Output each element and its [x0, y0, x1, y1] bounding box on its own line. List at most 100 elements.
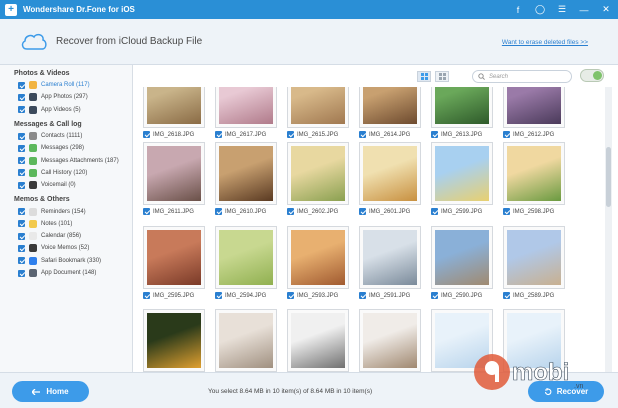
view-toolbar: Search [134, 65, 618, 87]
photo-thumbnail[interactable] [143, 142, 205, 205]
sidebar-item[interactable]: Safari Bookmark (330) [0, 255, 132, 267]
sidebar-item-checkbox[interactable] [18, 81, 25, 89]
sidebar-item[interactable]: Voicemail (0) [0, 179, 132, 191]
sidebar-item-checkbox[interactable] [18, 269, 25, 277]
svg-text:mobi: mobi [512, 359, 569, 386]
photo-checkbox[interactable] [503, 208, 510, 215]
photo-checkbox[interactable] [503, 131, 510, 138]
search-placeholder: Search [489, 73, 509, 80]
show-deleted-toggle[interactable] [580, 69, 604, 82]
sidebar-item-checkbox[interactable] [18, 232, 25, 240]
sidebar-item[interactable]: Reminders (154) [0, 205, 132, 217]
photo-checkbox[interactable] [215, 208, 222, 215]
photo-checkbox[interactable] [359, 292, 366, 299]
photo-checkbox[interactable] [431, 208, 438, 215]
sidebar-item-checkbox[interactable] [18, 169, 25, 177]
photo-image [147, 146, 201, 201]
sidebar-item[interactable]: App Document (148) [0, 267, 132, 279]
sidebar-item[interactable]: Calendar (856) [0, 230, 132, 242]
photo-thumbnail[interactable] [503, 87, 565, 128]
photo-filename: IMG_2615.JPG [297, 131, 339, 138]
photo-checkbox[interactable] [143, 208, 150, 215]
photo-thumbnail[interactable] [287, 226, 349, 289]
photo-checkbox[interactable] [143, 131, 150, 138]
grid-scrollbar[interactable] [605, 87, 612, 372]
photo-checkbox[interactable] [287, 131, 294, 138]
photo-thumbnail[interactable] [359, 309, 421, 372]
close-icon[interactable]: ✕ [600, 4, 612, 15]
photo-filename: IMG_2589.JPG [513, 292, 555, 299]
photo-caption: IMG_2614.JPG [359, 131, 410, 138]
sidebar-item[interactable]: Notes (101) [0, 218, 132, 230]
photo-checkbox[interactable] [431, 131, 438, 138]
photo-thumbnail[interactable] [431, 87, 493, 128]
selection-status: You select 8.64 MB in 10 item(s) of 8.64… [208, 388, 373, 395]
photo-thumbnail[interactable] [215, 226, 277, 289]
sidebar-item[interactable]: Messages Attachments (187) [0, 154, 132, 166]
photo-thumbnail[interactable] [287, 87, 349, 128]
search-input[interactable]: Search [472, 70, 572, 83]
erase-files-link[interactable]: Want to erase deleted files >> [502, 39, 588, 46]
photo-thumbnail[interactable] [287, 309, 349, 372]
photo-thumbnail[interactable] [503, 142, 565, 205]
sidebar-item-checkbox[interactable] [18, 93, 25, 101]
photo-checkbox[interactable] [215, 131, 222, 138]
photo-checkbox[interactable] [215, 292, 222, 299]
photo-checkbox[interactable] [287, 292, 294, 299]
sidebar-item-checkbox[interactable] [18, 244, 25, 252]
minimize-icon[interactable]: — [578, 5, 590, 15]
photo-checkbox[interactable] [431, 292, 438, 299]
photo-checkbox[interactable] [143, 292, 150, 299]
photo-image [219, 87, 273, 124]
photo-thumbnail[interactable] [143, 226, 205, 289]
page-header: Recover from iCloud Backup File Want to … [0, 19, 618, 65]
sidebar-item-checkbox[interactable] [18, 144, 25, 152]
sidebar-item[interactable]: Messages (298) [0, 142, 132, 154]
sidebar-item-label: App Document (148) [41, 270, 97, 276]
facebook-icon[interactable]: f [512, 5, 524, 15]
photo-thumbnail[interactable] [215, 309, 277, 372]
photo-thumbnail[interactable] [287, 142, 349, 205]
photo-checkbox[interactable] [503, 292, 510, 299]
photo-thumbnail[interactable] [143, 87, 205, 128]
photo-thumbnail[interactable] [431, 142, 493, 205]
sidebar-item-checkbox[interactable] [18, 257, 25, 265]
sidebar-item[interactable]: Contacts (1111) [0, 130, 132, 142]
sidebar-item[interactable]: App Videos (5) [0, 104, 132, 116]
sidebar-item-label: Voicemail (0) [41, 182, 76, 189]
photo-checkbox[interactable] [359, 131, 366, 138]
sidebar-item[interactable]: Voice Memos (52) [0, 242, 132, 254]
sidebar-item-checkbox[interactable] [18, 132, 25, 140]
photo-checkbox[interactable] [359, 208, 366, 215]
grid-view-button[interactable] [417, 71, 431, 82]
photo-thumbnail[interactable] [359, 226, 421, 289]
sidebar-item-checkbox[interactable] [18, 220, 25, 228]
category-icon [29, 93, 37, 102]
sidebar-item-checkbox[interactable] [18, 106, 25, 114]
photo-thumbnail[interactable] [503, 226, 565, 289]
sidebar-item[interactable]: App Photos (297) [0, 91, 132, 103]
photo-image [219, 313, 273, 368]
list-view-button[interactable] [435, 71, 449, 82]
photo-thumbnail[interactable] [215, 87, 277, 128]
sidebar-item-checkbox[interactable] [18, 181, 25, 189]
photo-thumbnail[interactable] [215, 142, 277, 205]
home-button[interactable]: Home [12, 381, 89, 402]
photo-image [507, 87, 561, 124]
menu-icon[interactable]: ☰ [556, 4, 568, 15]
sidebar-item[interactable]: Call History (120) [0, 167, 132, 179]
feedback-icon[interactable]: ◯ [534, 4, 546, 15]
photo-checkbox[interactable] [287, 208, 294, 215]
photo-filename: IMG_2594.JPG [225, 292, 267, 299]
photo-thumbnail[interactable] [143, 309, 205, 372]
sidebar-item[interactable]: Camera Roll (117) [0, 79, 132, 91]
sidebar-section-title: Messages & Call log [14, 120, 82, 128]
sidebar-item-checkbox[interactable] [18, 157, 25, 165]
photo-caption: IMG_2590.JPG [431, 292, 482, 299]
photo-thumbnail[interactable] [359, 142, 421, 205]
category-icon [29, 105, 37, 114]
photo-image [507, 146, 561, 201]
photo-thumbnail[interactable] [431, 226, 493, 289]
photo-thumbnail[interactable] [359, 87, 421, 128]
sidebar-item-checkbox[interactable] [18, 208, 25, 216]
